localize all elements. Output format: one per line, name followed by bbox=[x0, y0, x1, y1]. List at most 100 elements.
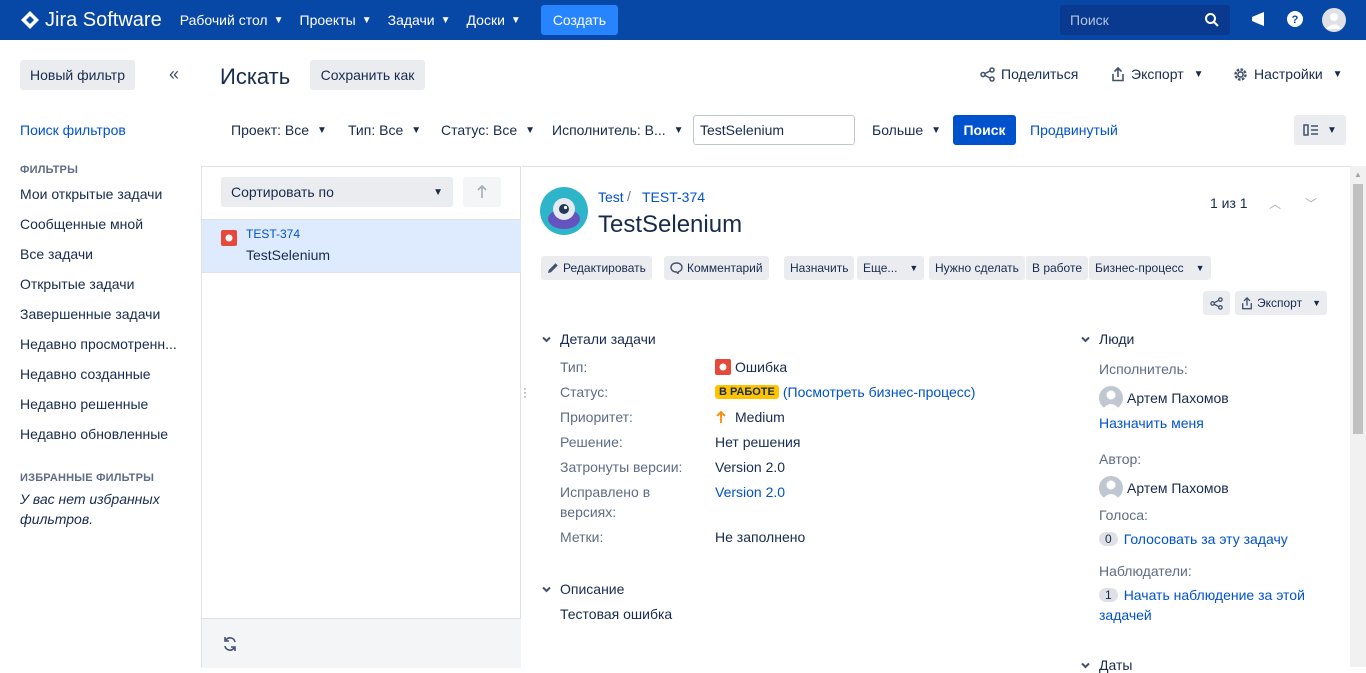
find-filters-link[interactable]: Поиск фильтров bbox=[20, 122, 126, 138]
chevron-down-icon: ▼ bbox=[411, 124, 422, 136]
assign-to-me-link[interactable]: Назначить меня bbox=[1099, 415, 1204, 431]
more-filters[interactable]: Больше ▼ bbox=[872, 122, 941, 138]
create-button[interactable]: Создать bbox=[540, 5, 619, 35]
layout-switcher-button[interactable]: ▼ bbox=[1294, 115, 1346, 145]
sort-select[interactable]: Сортировать по ▼ bbox=[221, 177, 453, 207]
issue-key-link[interactable]: TEST-374 bbox=[246, 227, 300, 241]
type-filter[interactable]: Тип: Все ▼ bbox=[348, 122, 421, 138]
filters-heading: ФИЛЬТРЫ bbox=[20, 164, 79, 176]
megaphone-icon[interactable] bbox=[1250, 10, 1268, 28]
text-search-input[interactable]: TestSelenium bbox=[693, 115, 855, 145]
type-text: Ошибка bbox=[735, 359, 788, 375]
export-icon bbox=[1242, 296, 1252, 309]
share-button[interactable]: Поделиться bbox=[980, 66, 1078, 82]
pager-text: 1 из 1 bbox=[1210, 195, 1248, 211]
more-actions-button[interactable]: Еще... ▼ bbox=[857, 256, 925, 280]
view-workflow-link[interactable]: (Посмотреть бизнес-процесс) bbox=[783, 384, 976, 400]
arrow-up-icon bbox=[477, 185, 487, 198]
assignee-user[interactable]: Артем Пахомов bbox=[1099, 386, 1229, 410]
share-label: Поделиться bbox=[1001, 66, 1079, 82]
chevron-up-icon[interactable]: ︿ bbox=[1269, 195, 1281, 212]
export-button[interactable]: Экспорт ▼ bbox=[1111, 66, 1204, 82]
workflow-button[interactable]: Бизнес-процесс ▼ bbox=[1089, 256, 1211, 280]
priority-label: Приоритет: bbox=[560, 409, 633, 425]
new-filter-button[interactable]: Новый фильтр bbox=[20, 60, 135, 90]
scrollbar-thumb[interactable] bbox=[1353, 184, 1363, 434]
search-button[interactable]: Поиск bbox=[953, 115, 1016, 145]
issue-title: TestSelenium bbox=[598, 211, 743, 238]
global-search-input[interactable]: Поиск bbox=[1060, 5, 1230, 35]
fix-versions-label-2: версиях: bbox=[560, 504, 617, 520]
fix-versions-link[interactable]: Version 2.0 bbox=[715, 484, 785, 500]
watch-link-line1[interactable]: Начать наблюдение за этой bbox=[1124, 587, 1305, 603]
watch-link-line2[interactable]: задачей bbox=[1099, 607, 1152, 623]
issue-list-pane: Сортировать по ▼ TEST-374 TestSelenium bbox=[201, 166, 521, 668]
priority-value: Medium bbox=[715, 409, 785, 425]
reporter-user[interactable]: Артем Пахомов bbox=[1099, 476, 1229, 500]
settings-button[interactable]: Настройки ▼ bbox=[1233, 66, 1343, 82]
status-filter[interactable]: Статус: Все ▼ bbox=[441, 122, 535, 138]
collapse-sidebar-icon[interactable]: « bbox=[169, 64, 179, 85]
filters-sidebar: Новый фильтр « Поиск фильтров ФИЛЬТРЫ Мо… bbox=[0, 40, 207, 667]
resolution-label: Решение: bbox=[560, 434, 623, 450]
dates-section-toggle[interactable]: Даты bbox=[1080, 657, 1132, 673]
filter-done-issues[interactable]: Завершенные задачи bbox=[20, 306, 160, 322]
watchers-count-badge: 1 bbox=[1099, 588, 1118, 602]
export-issue-button[interactable]: Экспорт ▼ bbox=[1235, 291, 1328, 315]
share-issue-button[interactable] bbox=[1203, 291, 1230, 315]
nav-issues[interactable]: Задачи ▼ bbox=[380, 0, 459, 40]
save-as-button[interactable]: Сохранить как bbox=[310, 60, 425, 90]
chevron-down-icon: ▼ bbox=[361, 14, 372, 26]
scroll-up-arrow-icon[interactable]: ▲ bbox=[1354, 170, 1362, 179]
share-icon bbox=[1210, 296, 1223, 310]
chevron-down-icon: ▼ bbox=[273, 14, 284, 26]
comment-label: Комментарий bbox=[687, 261, 763, 275]
search-icon bbox=[1205, 13, 1219, 27]
export-label: Экспорт bbox=[1131, 66, 1184, 82]
jira-logo[interactable]: Jira Software bbox=[20, 9, 162, 32]
labels-value: Не заполнено bbox=[715, 529, 806, 545]
assign-button[interactable]: Назначить bbox=[784, 256, 855, 280]
nav-boards[interactable]: Доски ▼ bbox=[459, 0, 529, 40]
chevron-down-icon[interactable]: ﹀ bbox=[1305, 195, 1317, 212]
filter-recently-created[interactable]: Недавно созданные bbox=[20, 366, 151, 382]
filter-recently-viewed[interactable]: Недавно просмотренн... bbox=[20, 336, 177, 352]
filter-my-open[interactable]: Мои открытые задачи bbox=[20, 186, 162, 202]
jira-icon bbox=[21, 11, 39, 29]
project-filter[interactable]: Проект: Все ▼ bbox=[231, 122, 327, 138]
workflow-label: Бизнес-процесс bbox=[1095, 261, 1184, 275]
comment-button[interactable]: Комментарий bbox=[664, 256, 769, 280]
bug-icon bbox=[221, 230, 237, 246]
share-icon bbox=[980, 66, 995, 82]
refresh-icon[interactable] bbox=[222, 636, 238, 652]
assignee-filter[interactable]: Исполнитель: В... ▼ bbox=[552, 122, 684, 138]
export-issue-label: Экспорт bbox=[1257, 296, 1303, 310]
list-item[interactable]: TEST-374 TestSelenium bbox=[202, 219, 521, 273]
transition-todo-button[interactable]: Нужно сделать bbox=[929, 256, 1025, 280]
filter-all-issues[interactable]: Все задачи bbox=[20, 246, 93, 262]
advanced-search-link[interactable]: Продвинутый bbox=[1030, 122, 1118, 138]
edit-button[interactable]: Редактировать bbox=[541, 256, 652, 280]
chevron-down-icon: ▼ bbox=[317, 124, 327, 136]
sort-direction-button[interactable] bbox=[463, 177, 501, 207]
filter-recently-resolved[interactable]: Недавно решенные bbox=[20, 396, 148, 412]
filter-recently-updated[interactable]: Недавно обновленные bbox=[20, 426, 168, 442]
filter-open-issues[interactable]: Открытые задачи bbox=[20, 276, 134, 292]
nav-dashboard[interactable]: Рабочий стол ▼ bbox=[172, 0, 292, 40]
vote-link[interactable]: Голосовать за эту задачу bbox=[1124, 531, 1288, 547]
transition-in-progress-button[interactable]: В работе bbox=[1026, 256, 1089, 280]
breadcrumb-issue-key[interactable]: TEST-374 bbox=[642, 189, 705, 205]
help-icon[interactable]: ? bbox=[1286, 10, 1304, 28]
description-section-toggle[interactable]: Описание bbox=[541, 581, 624, 597]
detail-scrollbar[interactable]: ▲ bbox=[1350, 166, 1366, 667]
watchers-label: Наблюдатели: bbox=[1099, 563, 1192, 579]
affects-versions-value: Version 2.0 bbox=[715, 459, 786, 475]
details-section-toggle[interactable]: Детали задачи bbox=[541, 331, 656, 347]
people-section-toggle[interactable]: Люди bbox=[1080, 331, 1134, 347]
type-value: Ошибка bbox=[715, 359, 787, 375]
details-heading: Детали задачи bbox=[560, 331, 656, 347]
breadcrumb-project[interactable]: Test bbox=[598, 189, 624, 205]
nav-projects[interactable]: Проекты ▼ bbox=[292, 0, 380, 40]
filter-reported-by-me[interactable]: Сообщенные мной bbox=[20, 216, 143, 232]
user-avatar-icon[interactable] bbox=[1322, 8, 1346, 32]
